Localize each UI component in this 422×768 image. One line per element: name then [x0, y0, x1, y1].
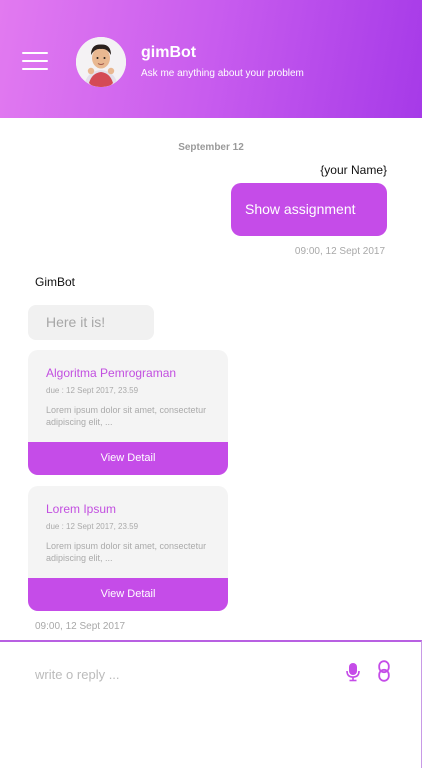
- assignment-title: Lorem Ipsum: [46, 502, 117, 516]
- avatar[interactable]: [76, 37, 126, 87]
- view-detail-button[interactable]: View Detail: [28, 442, 228, 475]
- assignment-card[interactable]: Lorem Ipsum due : 12 Sept 2017, 23.59 Lo…: [28, 486, 228, 611]
- reply-composer: [0, 640, 422, 768]
- assignment-due: due : 12 Sept 2017, 23.59: [46, 522, 139, 531]
- reply-input[interactable]: [35, 664, 305, 684]
- assignment-description: Lorem ipsum dolor sit amet, consectetur …: [46, 405, 207, 427]
- user-sender-name: {your Name}: [320, 163, 387, 177]
- assignment-title: Algoritma Pemrograman: [46, 366, 177, 380]
- assignment-card[interactable]: Algoritma Pemrograman due : 12 Sept 2017…: [28, 350, 228, 475]
- user-message-bubble[interactable]: Show assignment: [231, 183, 387, 236]
- assignment-due: due : 12 Sept 2017, 23.59: [46, 386, 139, 395]
- microphone-icon[interactable]: [345, 662, 361, 682]
- bot-message-bubble: Here it is!: [28, 305, 154, 340]
- date-separator: September 12: [178, 142, 244, 153]
- view-detail-button[interactable]: View Detail: [28, 578, 228, 611]
- assignment-description: Lorem ipsum dolor sit amet, consectetur …: [46, 541, 207, 563]
- hamburger-menu-icon[interactable]: [22, 52, 48, 70]
- bot-sender-name: GimBot: [35, 275, 76, 289]
- bot-message-time: 09:00, 12 Sept 2017: [35, 621, 126, 632]
- user-message-time: 09:00, 12 Sept 2017: [294, 246, 385, 257]
- link-icon[interactable]: [378, 660, 390, 682]
- bot-name: gimBot: [141, 44, 197, 61]
- app-header: gimBot Ask me anything about your proble…: [0, 0, 422, 118]
- bot-subtitle: Ask me anything about your problem: [141, 68, 304, 79]
